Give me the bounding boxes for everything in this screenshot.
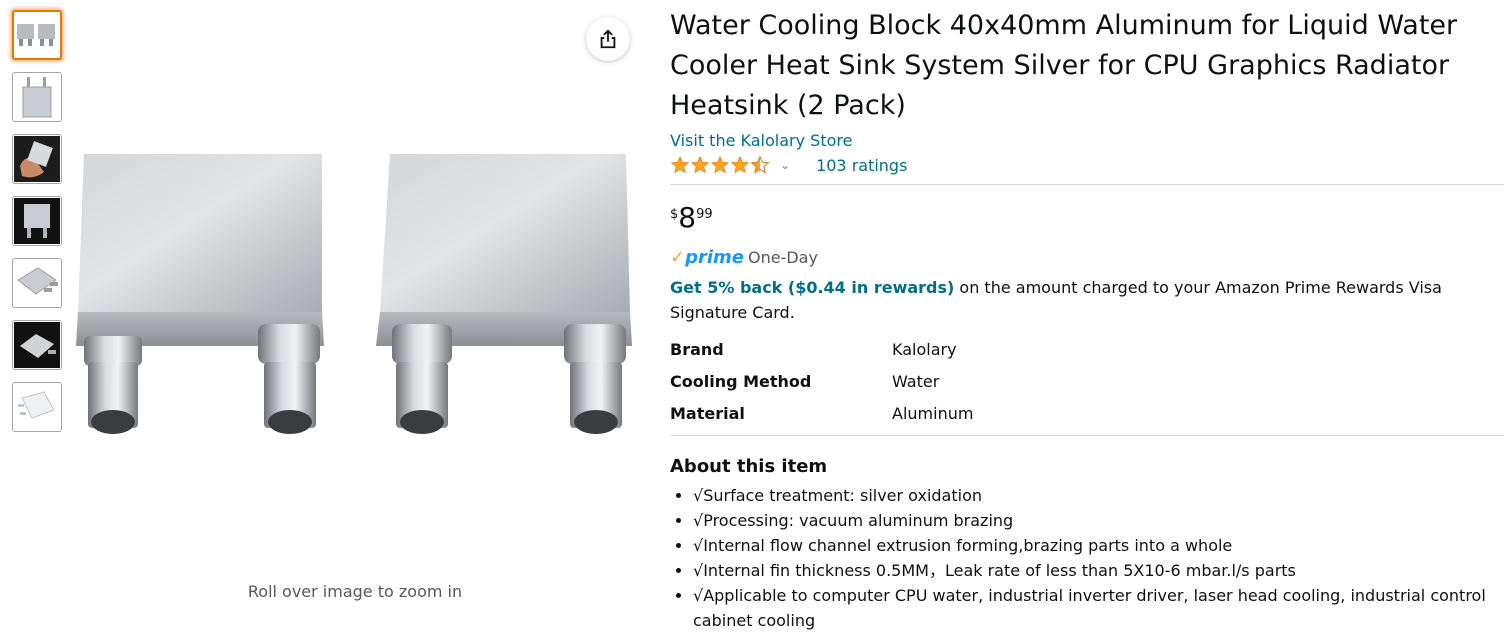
spec-value: Kalolary — [892, 339, 957, 359]
spec-table: Brand Kalolary Cooling Method Water Mate… — [670, 333, 973, 429]
thumbnail-in-hand[interactable] — [12, 134, 62, 184]
spec-key: Cooling Method — [670, 371, 812, 391]
thumbnail-in-hand-image — [14, 136, 60, 182]
rewards-offer: Get 5% back ($0.44 in rewards) on the am… — [670, 275, 1504, 325]
product-title: Water Cooling Block 40x40mm Aluminum for… — [670, 10, 1458, 121]
about-bullets: √Surface treatment: silver oxidation √Pr… — [670, 483, 1504, 633]
star-icon — [730, 155, 750, 174]
list-item: √Applicable to computer CPU water, indus… — [693, 583, 1504, 633]
ratings-count-link[interactable]: 103 ratings — [816, 156, 907, 175]
thumbnail-dark-angled-image — [14, 322, 60, 368]
list-item: √Surface treatment: silver oxidation — [693, 483, 1504, 508]
price-symbol: $ — [670, 207, 679, 222]
star-icon — [690, 155, 710, 174]
rating-row: ⌄ 103 ratings — [670, 152, 1504, 178]
store-link[interactable]: Visit the Kalolary Store — [670, 130, 1504, 152]
left-cooling-block — [76, 154, 324, 434]
prime-badge: ✓ prime One-Day — [670, 247, 1504, 271]
divider — [670, 184, 1504, 185]
zoom-hint: Roll over image to zoom in — [247, 582, 463, 601]
spec-value: Water — [892, 371, 940, 391]
thumbnail-single-standing-image — [22, 77, 52, 118]
table-row: Cooling Method Water — [670, 365, 973, 397]
prime-check-icon: ✓ — [670, 247, 686, 268]
star-rating[interactable] — [670, 155, 770, 175]
table-row: Brand Kalolary — [670, 333, 973, 365]
chevron-down-icon[interactable]: ⌄ — [780, 158, 790, 172]
thumbnail-single-standing[interactable] — [12, 72, 62, 122]
star-icon — [710, 155, 730, 174]
rewards-link[interactable]: Get 5% back ($0.44 in rewards) — [670, 278, 954, 297]
product-details: Water Cooling Block 40x40mm Aluminum for… — [670, 6, 1504, 633]
spec-key: Brand — [670, 339, 724, 359]
spec-key: Material — [670, 403, 745, 423]
list-item: √Internal flow channel extrusion forming… — [693, 533, 1504, 558]
prime-delivery-type: One-Day — [748, 248, 818, 267]
price-whole: 8 — [678, 201, 697, 234]
half-star-icon — [750, 155, 770, 174]
star-icon — [670, 155, 690, 174]
main-product-image[interactable] — [74, 140, 644, 440]
price: $ 8 99 — [670, 203, 1504, 237]
thumbnail-dark-front-image — [14, 198, 60, 244]
share-button[interactable] — [586, 17, 630, 61]
thumbnail-strip — [12, 10, 64, 444]
table-row: Material Aluminum — [670, 397, 973, 429]
prime-logo: prime — [685, 247, 744, 268]
thumbnail-angled-image — [17, 267, 58, 295]
share-icon — [600, 29, 616, 49]
list-item: √Processing: vacuum aluminum brazing — [693, 508, 1504, 533]
price-fraction: 99 — [696, 207, 713, 222]
thumbnail-dark-angled[interactable] — [12, 320, 62, 370]
thumbnail-white-angled[interactable] — [12, 382, 62, 432]
spec-value: Aluminum — [892, 403, 974, 423]
divider — [670, 435, 1504, 436]
right-cooling-block — [376, 154, 632, 434]
thumbnail-angled[interactable] — [12, 258, 62, 308]
list-item: √Internal fin thickness 0.5MM，Leak rate … — [693, 558, 1504, 583]
thumbnail-pair[interactable] — [12, 10, 62, 60]
thumbnail-pair-image — [17, 24, 55, 46]
thumbnail-dark-front[interactable] — [12, 196, 62, 246]
thumbnail-white-angled-image — [18, 391, 55, 419]
about-title: About this item — [670, 456, 828, 477]
